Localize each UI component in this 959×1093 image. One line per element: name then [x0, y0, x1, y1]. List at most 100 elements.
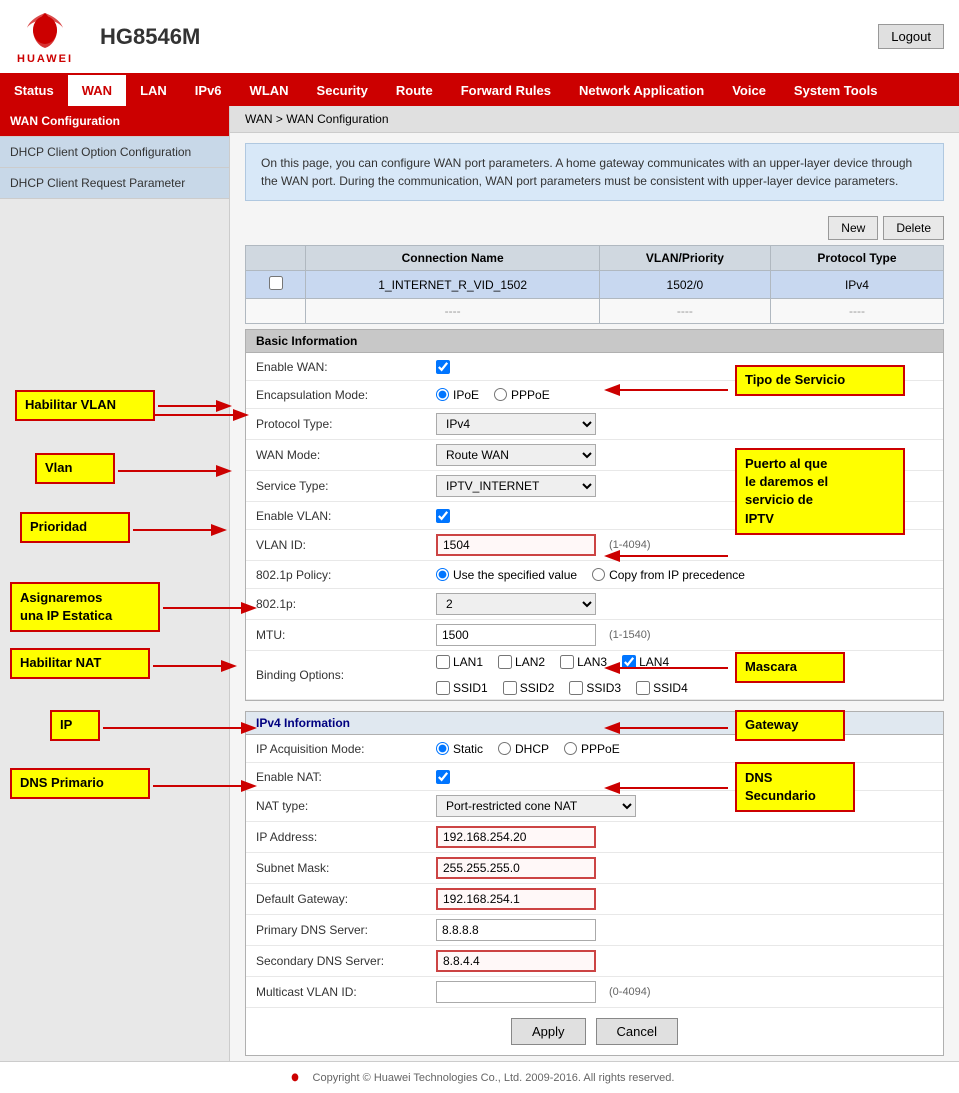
mtu-label: MTU: — [256, 628, 436, 642]
enable-wan-checkbox[interactable] — [436, 360, 450, 374]
gateway-label: Default Gateway: — [256, 892, 436, 906]
nav-wan[interactable]: WAN — [68, 75, 126, 106]
nav-lan[interactable]: LAN — [126, 75, 181, 106]
gateway-row: Default Gateway: — [246, 884, 943, 915]
acq-static[interactable]: Static — [436, 742, 483, 756]
binding-row: Binding Options: LAN1 LAN2 LAN3 LAN4 SSI… — [246, 651, 943, 700]
sidebar-dhcp-option[interactable]: DHCP Client Option Configuration — [0, 137, 229, 168]
enable-nat-checkbox[interactable] — [436, 770, 450, 784]
ipv4-title: IPv4 Information — [246, 712, 943, 735]
dot1p-select[interactable]: 2 0 1 3 4 5 6 7 — [436, 593, 596, 615]
ssid2-option[interactable]: SSID2 — [503, 681, 555, 695]
policy-label: 802.1p Policy: — [256, 568, 436, 582]
nav-ipv6[interactable]: IPv6 — [181, 75, 236, 106]
lan1-option[interactable]: LAN1 — [436, 655, 483, 669]
ip-input[interactable] — [436, 826, 596, 848]
nat-type-value: Port-restricted cone NAT Full cone NAT R… — [436, 795, 933, 817]
encap-row: Encapsulation Mode: IPoE PPPoE — [246, 381, 943, 409]
acq-pppoe[interactable]: PPPoE — [564, 742, 620, 756]
vlan-id-input[interactable] — [436, 534, 596, 556]
subnet-input[interactable] — [436, 857, 596, 879]
ssid4-option[interactable]: SSID4 — [636, 681, 688, 695]
protocol-row: Protocol Type: IPv4 IPv6 IPv4/IPv6 — [246, 409, 943, 440]
delete-button[interactable]: Delete — [883, 216, 944, 240]
dns2-label: Secondary DNS Server: — [256, 954, 436, 968]
basic-info-section: Basic Information Enable WAN: Encapsulat… — [245, 329, 944, 701]
lan3-option[interactable]: LAN3 — [560, 655, 607, 669]
mtu-input[interactable] — [436, 624, 596, 646]
protocol-select[interactable]: IPv4 IPv6 IPv4/IPv6 — [436, 413, 596, 435]
enable-vlan-checkbox[interactable] — [436, 509, 450, 523]
ip-value — [436, 826, 933, 848]
service-type-label: Service Type: — [256, 479, 436, 493]
copyright-text: Copyright © Huawei Technologies Co., Ltd… — [313, 1072, 675, 1084]
enable-nat-row: Enable NAT: — [246, 763, 943, 791]
binding-value: LAN1 LAN2 LAN3 LAN4 SSID1 SSID2 SSID3 SS… — [436, 655, 933, 695]
multicast-hint: (0-4094) — [609, 986, 651, 998]
basic-info-title: Basic Information — [246, 330, 943, 353]
protocol-value: IPv4 IPv6 IPv4/IPv6 — [436, 413, 933, 435]
subnet-label: Subnet Mask: — [256, 861, 436, 875]
empty-vlan: ---- — [599, 299, 770, 324]
nat-type-label: NAT type: — [256, 799, 436, 813]
table-row[interactable]: 1_INTERNET_R_VID_1502 1502/0 IPv4 — [246, 271, 944, 299]
nav-voice[interactable]: Voice — [718, 75, 780, 106]
dot1p-label: 802.1p: — [256, 597, 436, 611]
ip-row: IP Address: — [246, 822, 943, 853]
nav-wlan[interactable]: WLAN — [236, 75, 303, 106]
policy-copy[interactable]: Copy from IP precedence — [592, 568, 745, 582]
sidebar-wan-config[interactable]: WAN Configuration — [0, 106, 229, 137]
footer-logo — [285, 1070, 305, 1085]
wan-mode-row: WAN Mode: Route WAN Bridge WAN — [246, 440, 943, 471]
nav-forward[interactable]: Forward Rules — [447, 75, 565, 106]
multicast-value: (0-4094) — [436, 981, 933, 1003]
service-type-select[interactable]: IPTV_INTERNET INTERNET IPTV OTHER — [436, 475, 596, 497]
lan2-option[interactable]: LAN2 — [498, 655, 545, 669]
enable-nat-value — [436, 770, 933, 784]
encap-ipoe[interactable]: IPoE — [436, 388, 479, 402]
nav-route[interactable]: Route — [382, 75, 447, 106]
row-connection-name: 1_INTERNET_R_VID_1502 — [306, 271, 599, 299]
subnet-row: Subnet Mask: — [246, 853, 943, 884]
wan-mode-value: Route WAN Bridge WAN — [436, 444, 933, 466]
dns2-row: Secondary DNS Server: — [246, 946, 943, 977]
binding-label: Binding Options: — [256, 668, 436, 682]
new-button[interactable]: New — [828, 216, 878, 240]
apply-button[interactable]: Apply — [511, 1018, 586, 1045]
ssid3-option[interactable]: SSID3 — [569, 681, 621, 695]
row-checkbox[interactable] — [246, 271, 306, 299]
wan-mode-select[interactable]: Route WAN Bridge WAN — [436, 444, 596, 466]
ssid1-option[interactable]: SSID1 — [436, 681, 488, 695]
logout-button[interactable]: Logout — [878, 24, 944, 49]
service-type-value: IPTV_INTERNET INTERNET IPTV OTHER — [436, 475, 933, 497]
policy-specified[interactable]: Use the specified value — [436, 568, 577, 582]
protocol-label: Protocol Type: — [256, 417, 436, 431]
nav-status[interactable]: Status — [0, 75, 68, 106]
nat-type-select[interactable]: Port-restricted cone NAT Full cone NAT R… — [436, 795, 636, 817]
col-checkbox — [246, 246, 306, 271]
nav-network-app[interactable]: Network Application — [565, 75, 718, 106]
gateway-input[interactable] — [436, 888, 596, 910]
lan4-option[interactable]: LAN4 — [622, 655, 669, 669]
mtu-value: (1-1540) — [436, 624, 933, 646]
footer: Copyright © Huawei Technologies Co., Ltd… — [0, 1061, 959, 1093]
dns1-row: Primary DNS Server: — [246, 915, 943, 946]
nav-security[interactable]: Security — [303, 75, 382, 106]
acq-dhcp[interactable]: DHCP — [498, 742, 549, 756]
acq-mode-row: IP Acquisition Mode: Static DHCP PPPoE — [246, 735, 943, 763]
encap-pppoe[interactable]: PPPoE — [494, 388, 550, 402]
cancel-button[interactable]: Cancel — [596, 1018, 678, 1045]
main-nav: Status WAN LAN IPv6 WLAN Security Route … — [0, 75, 959, 106]
enable-nat-label: Enable NAT: — [256, 770, 436, 784]
dot1p-row: 802.1p: 2 0 1 3 4 5 6 7 — [246, 589, 943, 620]
dns2-input[interactable] — [436, 950, 596, 972]
sidebar-dhcp-request[interactable]: DHCP Client Request Parameter — [0, 168, 229, 199]
multicast-input[interactable] — [436, 981, 596, 1003]
dns1-input[interactable] — [436, 919, 596, 941]
empty-checkbox — [246, 299, 306, 324]
nav-system-tools[interactable]: System Tools — [780, 75, 892, 106]
multicast-row: Multicast VLAN ID: (0-4094) — [246, 977, 943, 1008]
service-type-row: Service Type: IPTV_INTERNET INTERNET IPT… — [246, 471, 943, 502]
row-vlan: 1502/0 — [599, 271, 770, 299]
dns2-value — [436, 950, 933, 972]
